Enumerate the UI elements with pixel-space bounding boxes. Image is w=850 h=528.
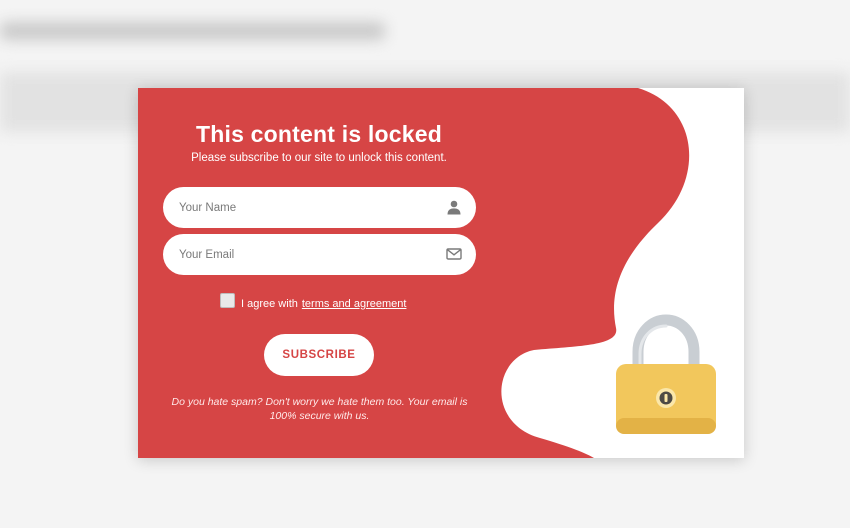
envelope-icon	[446, 248, 462, 260]
name-field	[163, 187, 476, 228]
locked-content-popup: This content is locked Please subscribe …	[138, 88, 744, 458]
agreement-text: I agree with	[241, 298, 298, 310]
popup-subtitle: Please subscribe to our site to unlock t…	[191, 152, 447, 164]
popup-title: This content is locked	[196, 121, 442, 147]
name-input[interactable]	[163, 187, 476, 228]
spam-note: Do you hate spam? Don't worry we hate th…	[171, 396, 468, 422]
background-heading-placeholder	[0, 22, 385, 40]
email-field	[163, 234, 476, 275]
user-icon	[447, 200, 461, 215]
terms-link[interactable]: terms and agreement	[302, 298, 407, 310]
email-input[interactable]	[163, 234, 476, 275]
agree-checkbox[interactable]	[220, 292, 235, 308]
agreement-row: I agree with terms and agreement	[220, 292, 407, 313]
subscribe-button[interactable]: SUBSCRIBE	[264, 334, 374, 376]
padlock-icon	[616, 314, 716, 434]
